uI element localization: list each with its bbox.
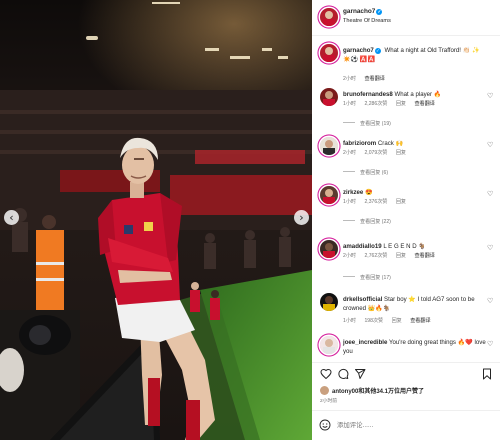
comment-username[interactable]: brunofernandes8 [343,91,393,98]
comment-reply-button[interactable]: 回复 [396,150,406,156]
comment-item: drkellsofficial Star boy ⭐ I told AG7 so… [312,293,500,333]
comment-likes[interactable]: 2,286次赞 [364,101,387,107]
caption-username[interactable]: garnacho7 [343,47,374,54]
commenter-avatar[interactable] [320,336,338,354]
comment-body: 😍 [365,189,373,196]
post-actions: antony00和其他34.1万位用户赞了 2小时前 [312,362,500,408]
liker-avatar [320,386,329,395]
comment-time: 1小时 [343,318,357,324]
comment-translate-link[interactable]: 查看翻译 [410,318,430,324]
comment-reply-button[interactable]: 回复 [396,199,406,205]
comment-text: zirkzee 😍 [343,188,489,197]
emoji-icon[interactable] [319,419,331,431]
verified-badge-icon: ✓ [376,9,383,15]
comment-input[interactable] [337,419,457,432]
author-username[interactable]: garnacho7 ✓ [343,8,383,15]
comment-like-heart-icon[interactable]: ♡ [487,340,493,348]
comment-username[interactable]: fabriziorom [343,140,376,147]
comment-meta: 2小时 2,079次赞 回复 [343,149,413,156]
comment-meta: 1小时 2,376次赞 回复 [343,198,413,205]
likes-text[interactable]: antony00和其他34.1万位用户赞了 [332,389,424,395]
post-photo: ‹ › [0,0,312,440]
commenter-avatar[interactable] [320,137,338,155]
commenter-avatar[interactable] [320,240,338,258]
view-replies-link[interactable]: 查看回复 (22) [343,218,391,225]
comment-meta: 2小时 2,762次赞 回复 查看翻译 [343,252,442,259]
caption-time: 2小时 [343,76,357,82]
comment-item: brunofernandes8 What a player 🔥 1小时 2,28… [312,88,500,134]
comment-reply-button[interactable]: 回复 [396,101,406,107]
post-header: garnacho7 ✓ Theatre Of Dreams [312,0,500,36]
caption-text: garnacho7 ✓ What a night at Old Trafford!… [343,46,489,64]
comment-time: 1小时 [343,199,357,205]
comment-item: zirkzee 😍 1小时 2,376次赞 回复 查看回复 (22) ♡ [312,186,500,232]
comment-icon[interactable] [337,368,349,380]
photo-prev-button[interactable]: ‹ [4,210,19,225]
author-avatar[interactable] [320,8,338,26]
commenter-avatar[interactable] [320,186,338,204]
author-username-text[interactable]: garnacho7 [343,8,375,15]
comment-body: L E G E N D 🐐 [383,243,426,250]
comment-username[interactable]: drkellsofficial [343,296,382,303]
photo-next-button[interactable]: › [294,210,309,225]
post-image [0,0,312,440]
comment-text: joee_incredible You're doing great thing… [343,338,489,356]
comment-meta: 1小时 198次赞 回复 查看翻译 [343,317,438,324]
comment-reply-button[interactable]: 回复 [392,318,402,324]
post-location[interactable]: Theatre Of Dreams [343,18,391,24]
post-time: 2小时前 [320,399,338,404]
caption-translate-link[interactable]: 查看翻译 [364,76,384,82]
verified-badge-icon: ✓ [374,48,381,54]
comment-likes[interactable]: 2,079次赞 [364,150,387,156]
comment-likes[interactable]: 198次赞 [364,318,383,324]
bookmark-icon[interactable] [481,368,493,380]
caption-item: garnacho7 ✓ What a night at Old Trafford!… [312,44,500,84]
comment-text: brunofernandes8 What a player 🔥 [343,90,489,99]
comment-item: amaddiallo19 L E G E N D 🐐 2小时 2,762次赞 回… [312,240,500,286]
comment-time: 2小时 [343,253,357,259]
post-detail-panel: garnacho7 ✓ Theatre Of Dreams garnacho7 ✓ … [312,0,500,440]
comment-like-heart-icon[interactable]: ♡ [487,92,493,100]
comment-meta: 1小时 2,286次赞 回复 查看翻译 [343,100,442,107]
caption-meta: 2小时 查看翻译 [343,75,392,82]
comment-like-heart-icon[interactable]: ♡ [487,141,493,149]
chevron-left-icon: ‹ [9,211,14,224]
comment-like-heart-icon[interactable]: ♡ [487,244,493,252]
caption-body: What a night at Old Trafford! 👏🏻 ✨ [384,47,480,54]
comment-username[interactable]: amaddiallo19 [343,243,382,250]
comment-body: Crack 🙌 [377,140,404,147]
comment-username[interactable]: joee_incredible [343,339,387,346]
comment-reply-button[interactable]: 回复 [396,253,406,259]
comment-text: amaddiallo19 L E G E N D 🐐 [343,242,489,251]
comment-item: joee_incredible You're doing great thing… [312,336,500,362]
comment-text: fabriziorom Crack 🙌 [343,139,489,148]
comment-time: 2小时 [343,150,357,156]
heart-icon[interactable] [320,368,332,380]
comment-translate-link[interactable]: 查看翻译 [414,101,434,107]
comment-like-heart-icon[interactable]: ♡ [487,297,493,305]
comment-body: What a player 🔥 [394,91,442,98]
view-replies-link[interactable]: 查看回复 (19) [343,120,391,127]
author-avatar[interactable] [320,44,338,62]
chevron-right-icon: › [299,211,304,224]
commenter-avatar[interactable] [320,88,338,106]
view-replies-link[interactable]: 查看回复 (17) [343,274,391,281]
comment-item: fabriziorom Crack 🙌 2小时 2,079次赞 回复 查看回复 … [312,137,500,183]
comment-likes[interactable]: 2,762次赞 [364,253,387,259]
commenter-avatar[interactable] [320,293,338,311]
comment-like-heart-icon[interactable]: ♡ [487,190,493,198]
comment-likes[interactable]: 2,376次赞 [364,199,387,205]
caption-emojis: ✴️⚽️ 🅰️🅰️ [343,56,376,63]
likes-summary[interactable]: antony00和其他34.1万位用户赞了 [320,386,424,395]
add-comment-bar [312,410,500,440]
send-icon[interactable] [354,368,366,380]
comment-translate-link[interactable]: 查看翻译 [414,253,434,259]
comment-text: drkellsofficial Star boy ⭐ I told AG7 so… [343,295,489,313]
comment-time: 1小时 [343,101,357,107]
comment-username[interactable]: zirkzee [343,189,363,196]
view-replies-link[interactable]: 查看回复 (6) [343,169,388,176]
